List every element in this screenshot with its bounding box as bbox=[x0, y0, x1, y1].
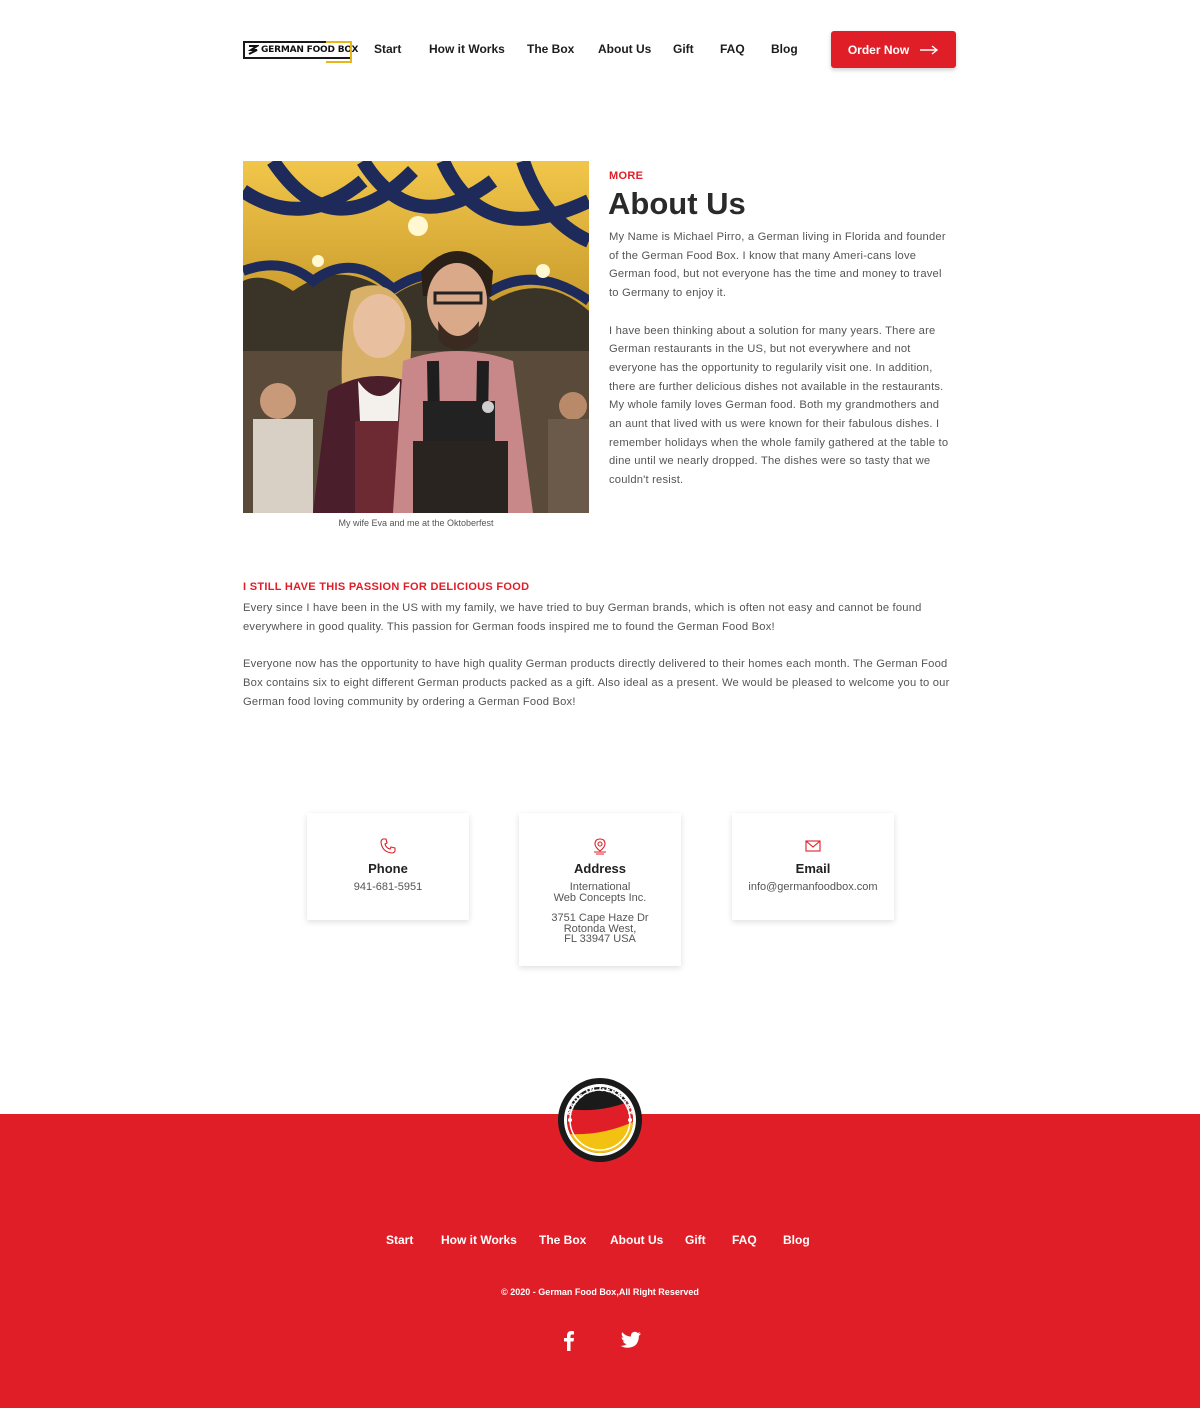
footer-nav-the-box[interactable]: The Box bbox=[539, 1233, 586, 1247]
address-line: FL 33947 USA bbox=[564, 933, 636, 945]
photo-caption: My wife Eva and me at the Oktoberfest bbox=[338, 518, 494, 528]
passion-heading: I STILL HAVE THIS PASSION FOR DELICIOUS … bbox=[243, 581, 530, 593]
about-paragraph: I have been thinking about a solution fo… bbox=[609, 324, 949, 487]
address-title: Address bbox=[573, 861, 627, 876]
address-line: International bbox=[569, 881, 631, 893]
phone-icon bbox=[380, 838, 396, 854]
nav-gift[interactable]: Gift bbox=[673, 42, 694, 56]
phone-title: Phone bbox=[368, 861, 408, 876]
nav-blog[interactable]: Blog bbox=[771, 42, 798, 56]
address-line: 3751 Cape Haze Dr bbox=[551, 912, 649, 924]
oktoberfest-photo bbox=[243, 161, 589, 513]
email-title: Email bbox=[795, 861, 831, 876]
phone-card: Phone 941-681-5951 bbox=[307, 813, 469, 920]
facebook-icon[interactable] bbox=[557, 1328, 581, 1352]
about-paragraph: My Name is Michael Pirro, a German livin… bbox=[609, 231, 946, 300]
footer-nav-gift[interactable]: Gift bbox=[685, 1233, 706, 1247]
site-header: GERMAN FOOD BOX Start How it Works The B… bbox=[0, 0, 1200, 100]
logo-mark-icon bbox=[247, 43, 259, 57]
passion-text: Every since I have been in the US with m… bbox=[243, 599, 963, 712]
nav-start[interactable]: Start bbox=[374, 42, 401, 56]
address-line: Web Concepts Inc. bbox=[553, 891, 647, 904]
footer-nav-start[interactable]: Start bbox=[386, 1233, 413, 1247]
about-text: My Name is Michael Pirro, a German livin… bbox=[609, 228, 954, 490]
order-now-label: Order Now bbox=[847, 42, 910, 57]
location-pin-icon bbox=[594, 838, 606, 855]
nav-the-box[interactable]: The Box bbox=[527, 42, 574, 56]
site-logo[interactable]: GERMAN FOOD BOX bbox=[243, 41, 358, 63]
nav-how-it-works[interactable]: How it Works bbox=[429, 42, 505, 56]
email-value[interactable]: info@germanfoodbox.com bbox=[748, 881, 877, 893]
made-in-germany-badge: MADE IN GERMANY bbox=[557, 1077, 643, 1163]
about-eyebrow: MORE bbox=[609, 170, 644, 182]
twitter-icon[interactable] bbox=[618, 1328, 642, 1352]
passion-paragraph: Everyone now has the opportunity to have… bbox=[243, 658, 950, 708]
footer-nav-faq[interactable]: FAQ bbox=[732, 1233, 757, 1247]
email-card: Email info@germanfoodbox.com bbox=[732, 813, 894, 920]
nav-faq[interactable]: FAQ bbox=[720, 42, 745, 56]
phone-value[interactable]: 941-681-5951 bbox=[354, 881, 423, 893]
footer-nav-about-us[interactable]: About Us bbox=[610, 1233, 663, 1247]
order-now-button[interactable]: Order Now bbox=[831, 31, 956, 68]
page-title: About Us bbox=[608, 186, 746, 221]
nav-about-us[interactable]: About Us bbox=[598, 42, 651, 56]
envelope-icon bbox=[805, 840, 821, 852]
arrow-right-icon bbox=[920, 44, 939, 55]
copyright-text: © 2020 - German Food Box,All Right Reser… bbox=[501, 1287, 699, 1297]
logo-text: GERMAN FOOD BOX bbox=[261, 45, 359, 55]
address-card: Address International Web Concepts Inc. … bbox=[519, 813, 681, 966]
footer-nav-how-it-works[interactable]: How it Works bbox=[441, 1233, 517, 1247]
passion-paragraph: Every since I have been in the US with m… bbox=[243, 602, 922, 633]
footer-nav-blog[interactable]: Blog bbox=[783, 1233, 810, 1247]
